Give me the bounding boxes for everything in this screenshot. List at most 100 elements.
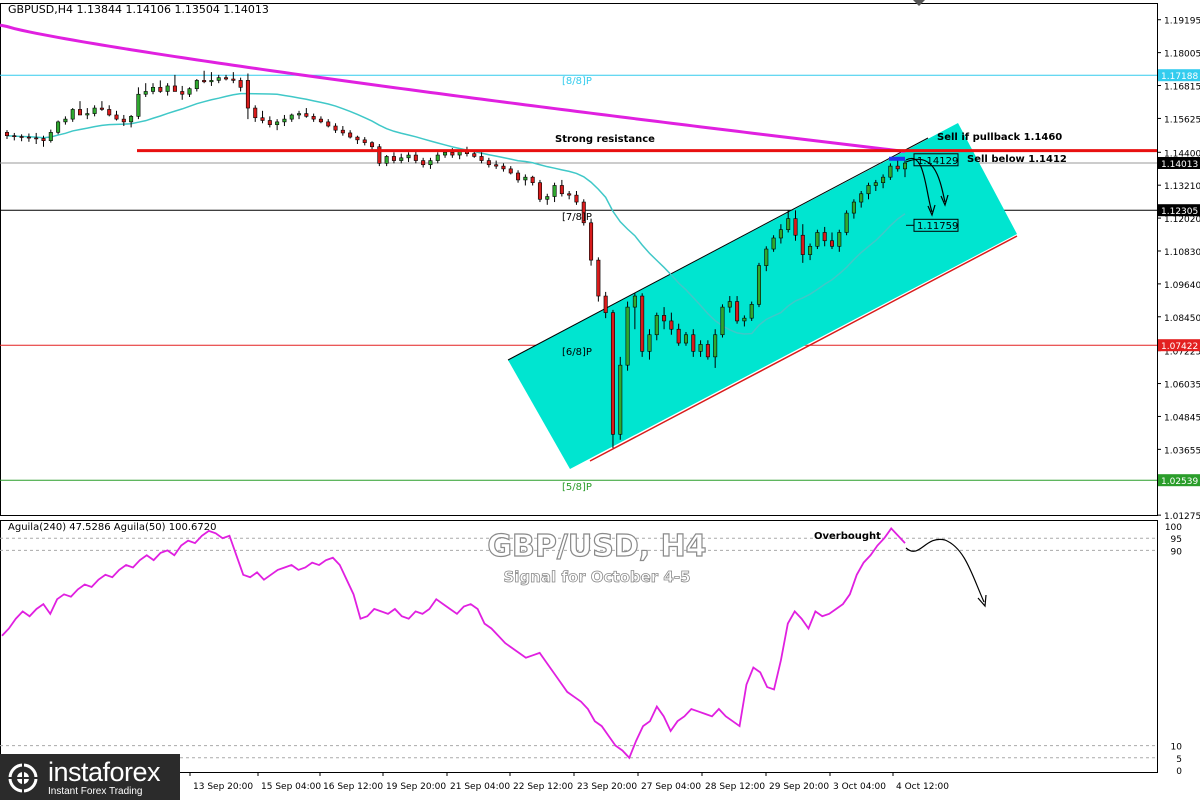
bear-candle-body bbox=[479, 156, 484, 161]
candle bbox=[238, 77, 243, 92]
strong-resistance-label: Strong resistance bbox=[555, 134, 655, 145]
bull-candle-body bbox=[384, 156, 389, 164]
candle bbox=[435, 152, 440, 164]
bear-candle-body bbox=[822, 232, 827, 242]
candle bbox=[26, 133, 31, 142]
time-tick-label: 15 Sep 04:00 bbox=[261, 782, 321, 792]
candle bbox=[70, 108, 75, 122]
bull-candle-body bbox=[851, 201, 856, 214]
price-badge-label: 1.07422 bbox=[1161, 342, 1198, 352]
bull-candle-body bbox=[443, 151, 448, 156]
candle bbox=[844, 210, 849, 236]
bull-candle-body bbox=[771, 237, 776, 250]
overbought-label: Overbought bbox=[814, 531, 881, 542]
bull-candle-body bbox=[187, 88, 192, 95]
candle bbox=[559, 179, 564, 197]
bull-candle-body bbox=[859, 193, 864, 203]
candle bbox=[48, 129, 53, 143]
candle bbox=[107, 105, 112, 117]
candle bbox=[421, 157, 426, 168]
bull-candle-body bbox=[873, 182, 878, 186]
bear-candle-body bbox=[224, 77, 229, 80]
bear-candle-body bbox=[508, 168, 513, 174]
slow-moving-average bbox=[0, 23, 906, 153]
bull-candle-body bbox=[888, 165, 893, 178]
candle bbox=[19, 134, 24, 142]
candle bbox=[574, 190, 579, 205]
bear-candle-body bbox=[238, 80, 243, 88]
candle bbox=[355, 135, 360, 144]
candle bbox=[253, 105, 258, 122]
bull-candle-body bbox=[815, 232, 820, 247]
time-tick-label: 27 Sep 04:00 bbox=[641, 782, 701, 792]
bear-candle-body bbox=[413, 154, 418, 161]
bear-candle-body bbox=[355, 136, 360, 141]
bull-candle-body bbox=[406, 154, 411, 159]
bear-candle-body bbox=[800, 234, 805, 255]
candle bbox=[63, 116, 68, 125]
symbol-header: GBPUSD,H4 1.13844 1.14106 1.13504 1.1401… bbox=[8, 3, 269, 16]
bear-candle-body bbox=[691, 334, 696, 352]
candle bbox=[267, 116, 272, 128]
current-price-marker bbox=[889, 156, 905, 161]
osc-tick-label: 95 bbox=[1171, 535, 1182, 545]
bull-candle-body bbox=[698, 344, 703, 352]
bear-candle-body bbox=[107, 109, 112, 116]
bull-candle-body bbox=[844, 212, 849, 233]
candle bbox=[530, 175, 535, 186]
bull-candle-body bbox=[136, 93, 141, 117]
murrey-8-8-label: [8/8]P bbox=[562, 76, 592, 87]
candle bbox=[34, 132, 39, 144]
price-tick-label: 1.04845 bbox=[1164, 413, 1200, 423]
candle bbox=[5, 130, 10, 140]
candle bbox=[340, 126, 345, 136]
candle bbox=[428, 157, 433, 169]
candle bbox=[486, 157, 491, 168]
candle bbox=[12, 132, 17, 141]
bull-candle-body bbox=[552, 185, 557, 197]
time-tick-label: 29 Sep 20:00 bbox=[769, 782, 829, 792]
price-tick-label: 1.10830 bbox=[1164, 248, 1200, 258]
candle bbox=[494, 160, 499, 169]
candle bbox=[297, 110, 302, 120]
bear-candle-body bbox=[245, 80, 250, 109]
candle bbox=[625, 301, 630, 371]
bear-candle-body bbox=[5, 132, 10, 136]
candle bbox=[815, 229, 820, 250]
bear-candle-body bbox=[450, 151, 455, 156]
candle bbox=[92, 105, 97, 117]
bear-candle-body bbox=[567, 193, 572, 196]
bear-candle-body bbox=[610, 312, 615, 435]
logo-icon bbox=[8, 763, 38, 793]
candle bbox=[129, 114, 134, 128]
bull-candle-body bbox=[428, 160, 433, 166]
bear-candle-body bbox=[669, 320, 674, 330]
candle bbox=[610, 309, 615, 449]
bull-candle-body bbox=[165, 85, 170, 92]
logo-brand: instaforex bbox=[48, 757, 161, 787]
bull-candle-body bbox=[545, 196, 550, 200]
bear-candle-body bbox=[348, 132, 353, 138]
candle bbox=[194, 79, 199, 92]
murrey-5-8-label: [5/8]P bbox=[562, 482, 592, 493]
candle bbox=[78, 101, 83, 116]
bull-candle-body bbox=[742, 317, 747, 322]
candle bbox=[523, 174, 528, 186]
bull-candle-body bbox=[56, 121, 61, 133]
bear-candle-body bbox=[596, 259, 601, 297]
candle bbox=[245, 73, 250, 120]
price-chart[interactable]: 1.191951.180051.168151.156251.144001.132… bbox=[0, 0, 1200, 800]
bear-candle-body bbox=[486, 160, 491, 166]
candle bbox=[333, 123, 338, 133]
overlay-title: GBP/USD, H4 bbox=[487, 529, 706, 564]
candle bbox=[282, 114, 287, 127]
bear-candle-body bbox=[172, 85, 177, 92]
bear-candle-body bbox=[574, 194, 579, 203]
candle bbox=[771, 235, 776, 252]
bear-candle-body bbox=[603, 295, 608, 313]
bear-candle-body bbox=[391, 156, 396, 161]
bear-candle-body bbox=[676, 328, 681, 344]
bear-candle-body bbox=[735, 301, 740, 322]
price-tick-label: 1.08450 bbox=[1164, 314, 1200, 324]
candle bbox=[165, 83, 170, 96]
